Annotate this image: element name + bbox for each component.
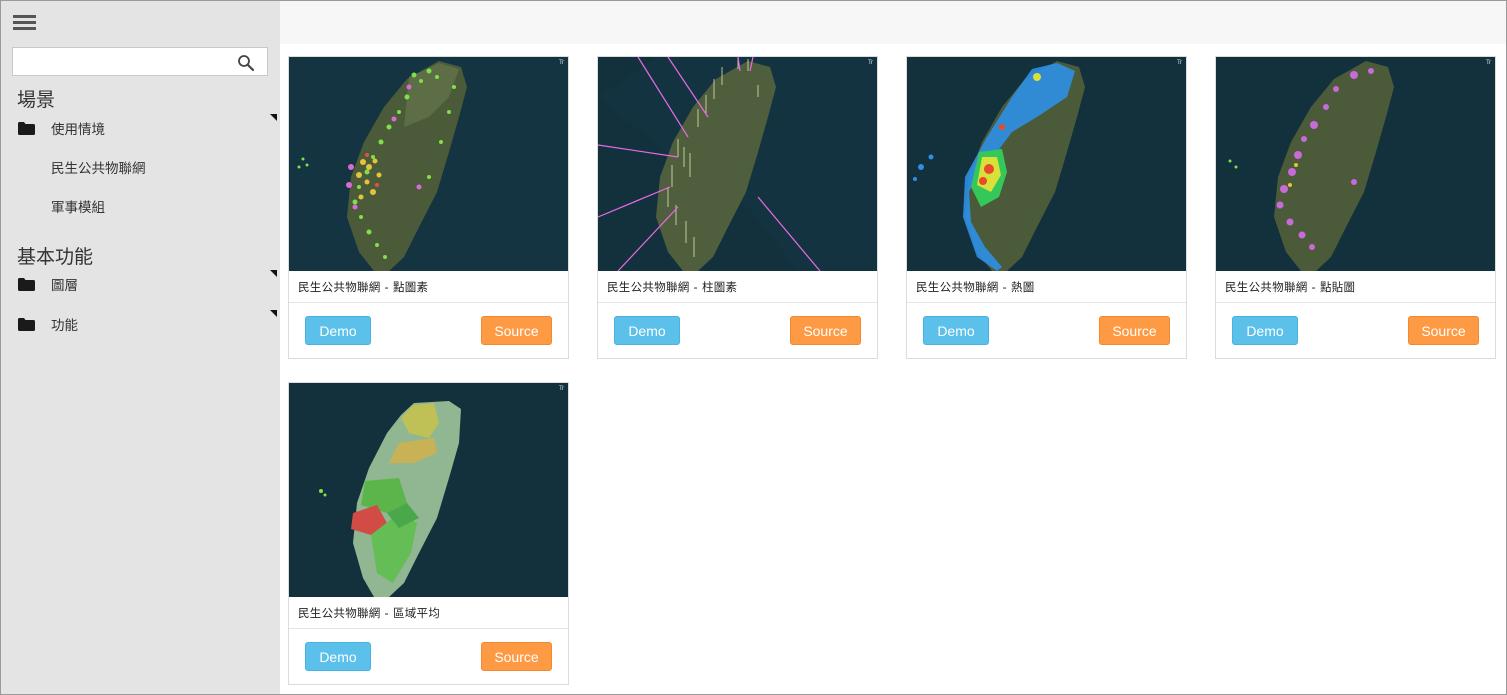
demo-button[interactable]: Demo [305,642,371,671]
map-thumbnail[interactable]: Tr [598,57,877,271]
card-caption: 民生公共物聯網 - 點貼圖 [1216,271,1495,303]
sidebar-subitem-iot[interactable]: 民生公共物聯網 [1,151,280,183]
svg-text:Tr: Tr [558,59,565,66]
source-button[interactable]: Source [1408,316,1479,345]
section-title-scenes: 場景 [17,89,56,111]
source-button[interactable]: Source [1099,316,1170,345]
caret-icon[interactable] [270,114,277,121]
folder-icon [18,317,35,331]
top-bar [280,1,1506,44]
caret-icon[interactable] [270,270,277,277]
card-regional-average: Tr 民生公共物聯網 - 區域平均 Demo Source [288,382,569,685]
card-point: Tr 民生公共物聯網 - 點圖素 Demo Source [288,56,569,359]
card-caption: 民生公共物聯網 - 熱圖 [907,271,1186,303]
demo-button[interactable]: Demo [1232,316,1298,345]
demo-button[interactable]: Demo [923,316,989,345]
sidebar: 場景 使用情境 民生公共物聯網 軍事模組 基本功能 圖層 功能 [1,1,280,694]
sidebar-item-layers[interactable]: 圖層 [1,268,280,300]
caret-icon[interactable] [270,310,277,317]
sidebar-item-label: 圖層 [51,278,78,294]
card-caption: 民生公共物聯網 - 點圖素 [289,271,568,303]
source-button[interactable]: Source [481,642,552,671]
demo-button[interactable]: Demo [305,316,371,345]
demo-button[interactable]: Demo [614,316,680,345]
svg-text:Tr: Tr [867,59,874,66]
svg-text:Tr: Tr [1485,59,1492,66]
search-box [12,47,268,76]
map-thumbnail[interactable]: Tr [1216,57,1495,271]
hamburger-icon[interactable] [13,15,36,31]
sidebar-item-usage[interactable]: 使用情境 [1,112,280,144]
app-window: 場景 使用情境 民生公共物聯網 軍事模組 基本功能 圖層 功能 Tr 民生公共物… [0,0,1507,695]
source-button[interactable]: Source [790,316,861,345]
sidebar-subitem-military[interactable]: 軍事模組 [1,190,280,222]
card-heatmap: Tr 民生公共物聯網 - 熱圖 Demo Source [906,56,1187,359]
sidebar-item-label: 民生公共物聯網 [51,161,146,177]
sidebar-item-label: 軍事模組 [51,200,105,216]
folder-icon [18,121,35,135]
card-caption: 民生公共物聯網 - 柱圖素 [598,271,877,303]
search-icon[interactable] [237,54,255,72]
sidebar-item-label: 功能 [51,318,78,334]
section-title-basic: 基本功能 [17,246,94,268]
source-button[interactable]: Source [481,316,552,345]
sidebar-item-label: 使用情境 [51,122,105,138]
card-caption: 民生公共物聯網 - 區域平均 [289,597,568,629]
folder-icon [18,277,35,291]
search-input[interactable] [13,48,228,75]
map-thumbnail[interactable]: Tr [289,57,568,271]
card-icon-markers: Tr 民生公共物聯網 - 點貼圖 Demo Source [1215,56,1496,359]
svg-text:Tr: Tr [558,385,565,392]
map-thumbnail[interactable]: Tr [907,57,1186,271]
sidebar-item-functions[interactable]: 功能 [1,308,280,340]
map-thumbnail[interactable]: Tr [289,383,568,597]
svg-text:Tr: Tr [1176,59,1183,66]
card-column: Tr 民生公共物聯網 - 柱圖素 Demo Source [597,56,878,359]
